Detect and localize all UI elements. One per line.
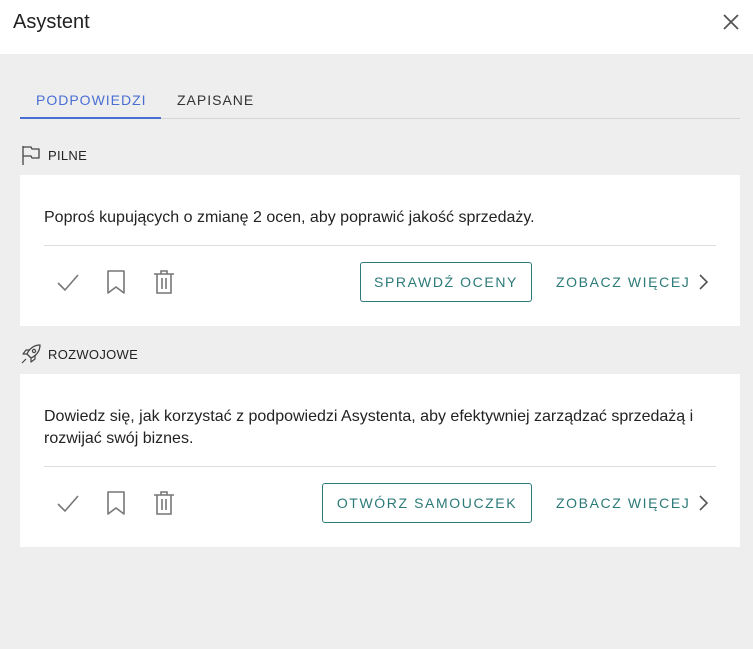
tip-text: Dowiedz się, jak korzystać z podpowiedzi… [44,408,694,447]
section-label-rozwojowe: ROZWOJOWE [20,343,138,365]
divider [44,245,716,246]
tab-bar: PODPOWIEDZI ZAPISANE [20,86,740,119]
check-icon[interactable] [54,268,82,296]
close-icon[interactable] [721,12,741,32]
section-title: ROZWOJOWE [48,346,139,362]
see-more-link[interactable]: ZOBACZ WIĘCEJ [556,273,710,291]
divider [44,466,716,467]
flag-icon [22,146,40,165]
tip-card: Poproś kupujących o zmianę 2 ocen, aby p… [20,175,740,326]
active-tab-indicator [20,117,161,119]
trash-icon[interactable] [150,489,178,517]
chevron-right-icon [699,495,709,511]
see-more-label: ZOBACZ WIĘCEJ [556,274,691,290]
tip-text: Poproś kupujących o zmianę 2 ocen, aby p… [44,209,535,226]
trash-icon[interactable] [150,268,178,296]
see-more-link[interactable]: ZOBACZ WIĘCEJ [556,494,710,512]
tab-zapisane[interactable]: ZAPISANE [177,86,254,119]
tip-card: Dowiedz się, jak korzystać z podpowiedzi… [20,374,740,547]
rocket-icon [21,344,41,364]
check-ratings-button[interactable]: SPRAWDŹ OCENY [360,262,532,302]
bookmark-icon[interactable] [102,268,130,296]
chevron-right-icon [699,274,709,290]
see-more-label: ZOBACZ WIĘCEJ [556,495,691,511]
panel-title: Asystent [13,11,90,33]
section-label-pilne: PILNE [20,144,87,166]
bookmark-icon[interactable] [102,489,130,517]
open-tutorial-button[interactable]: OTWÓRZ SAMOUCZEK [322,483,532,523]
tab-podpowiedzi[interactable]: PODPOWIEDZI [36,86,147,119]
header: Asystent [0,0,753,54]
section-title: PILNE [48,147,88,163]
check-icon[interactable] [54,489,82,517]
